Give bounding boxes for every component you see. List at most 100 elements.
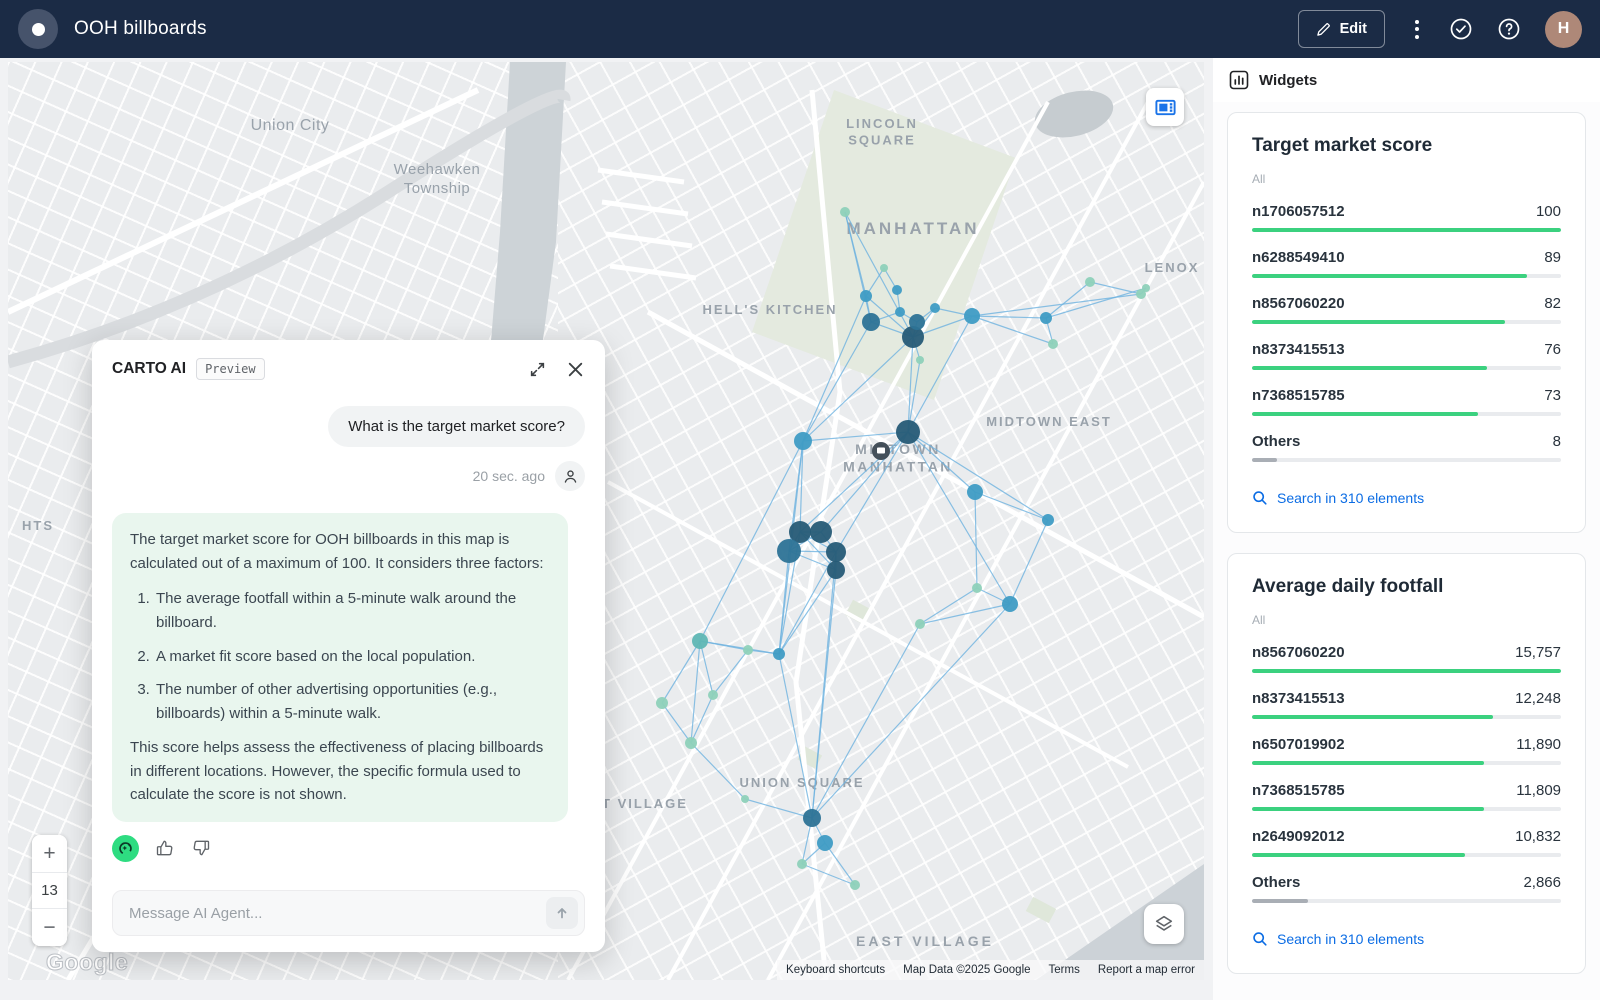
- billboard-node[interactable]: [909, 314, 925, 330]
- widget-title: Target market score: [1252, 135, 1561, 157]
- widget-row[interactable]: n856706022015,757: [1252, 644, 1561, 673]
- east-village-park: [1026, 897, 1056, 923]
- thumbs-down-icon[interactable]: [191, 838, 211, 858]
- billboard-node[interactable]: [902, 326, 924, 348]
- billboard-node[interactable]: [892, 285, 902, 295]
- terms-link[interactable]: Terms: [1040, 960, 1089, 980]
- billboard-node[interactable]: [964, 308, 980, 324]
- billboard-node[interactable]: [1085, 277, 1095, 287]
- widget-search-link[interactable]: Search in 310 elements: [1252, 490, 1561, 506]
- expand-icon[interactable]: [529, 361, 546, 378]
- billboard-node[interactable]: [1002, 596, 1018, 612]
- billboard-node[interactable]: [810, 521, 832, 543]
- billboard-node[interactable]: [880, 264, 888, 272]
- widget-row[interactable]: n650701990211,890: [1252, 736, 1561, 765]
- billboard-node[interactable]: [741, 795, 749, 803]
- map-data-credit: Map Data ©2025 Google: [894, 960, 1039, 980]
- row-label: n8373415513: [1252, 690, 1345, 707]
- zoom-in-button[interactable]: +: [32, 835, 67, 872]
- billboard-node[interactable]: [896, 420, 920, 444]
- edit-button[interactable]: Edit: [1298, 10, 1385, 48]
- chat-message-input[interactable]: [112, 890, 585, 936]
- navbar-actions: Edit H: [1298, 10, 1582, 48]
- carto-logo[interactable]: [18, 9, 58, 49]
- widget-row[interactable]: Others8: [1252, 433, 1561, 462]
- widget-row[interactable]: n736851578511,809: [1252, 782, 1561, 811]
- widget-row[interactable]: n837341551312,248: [1252, 690, 1561, 719]
- billboard-node[interactable]: [850, 880, 860, 890]
- billboard-node[interactable]: [860, 290, 872, 302]
- row-bar-fill: [1252, 320, 1505, 324]
- billboard-node[interactable]: [777, 539, 801, 563]
- map-canvas[interactable]: Union CityWeehawkenTownshipLINCOLNSQUARE…: [8, 62, 1204, 980]
- billboard-node[interactable]: [895, 307, 905, 317]
- widget-search-label: Search in 310 elements: [1277, 931, 1424, 947]
- row-value: 11,890: [1516, 736, 1561, 753]
- layers-button[interactable]: [1144, 904, 1184, 944]
- user-avatar[interactable]: H: [1545, 11, 1582, 48]
- billboard-node[interactable]: [862, 313, 880, 331]
- thumbs-up-icon[interactable]: [155, 838, 175, 858]
- billboard-node[interactable]: [743, 645, 753, 655]
- highway-495: [8, 96, 564, 362]
- widget-row[interactable]: n837341551376: [1252, 341, 1561, 370]
- widget-card: Average daily footfallAlln856706022015,7…: [1227, 553, 1586, 974]
- toggle-panel-button[interactable]: [1146, 88, 1184, 126]
- answer-list: The average footfall within a 5-minute w…: [130, 587, 550, 725]
- billboard-node[interactable]: [930, 303, 940, 313]
- widget-row[interactable]: Others 2,866: [1252, 874, 1561, 903]
- report-map-error-link[interactable]: Report a map error: [1089, 960, 1204, 980]
- row-bar-fill: [1252, 853, 1465, 857]
- row-bar-track: [1252, 320, 1561, 324]
- billboard-node[interactable]: [1040, 312, 1052, 324]
- send-message-button[interactable]: [546, 897, 578, 929]
- billboard-node[interactable]: [840, 207, 850, 217]
- more-options-kebab-icon[interactable]: [1409, 16, 1425, 43]
- billboard-node[interactable]: [1142, 284, 1150, 292]
- help-icon[interactable]: [1497, 17, 1521, 41]
- row-value: 2,866: [1523, 874, 1561, 891]
- billboard-node[interactable]: [656, 697, 668, 709]
- billboard-node[interactable]: [803, 809, 821, 827]
- check-circle-icon[interactable]: [1449, 17, 1473, 41]
- billboard-node[interactable]: [692, 633, 708, 649]
- carto-ai-chat-panel: CARTO AI Preview What is the target mark…: [92, 340, 605, 952]
- zoom-out-button[interactable]: −: [32, 909, 67, 946]
- billboard-node[interactable]: [817, 835, 833, 851]
- billboard-node[interactable]: [773, 648, 785, 660]
- widget-row[interactable]: n628854941089: [1252, 249, 1561, 278]
- billboard-node[interactable]: [797, 859, 807, 869]
- close-icon[interactable]: [566, 360, 585, 379]
- row-label: Others: [1252, 874, 1300, 891]
- widget-row[interactable]: n264909201210,832: [1252, 828, 1561, 857]
- map-label: MANHATTAN: [846, 219, 979, 238]
- row-bar-fill: [1252, 228, 1561, 232]
- billboard-node[interactable]: [708, 690, 718, 700]
- network-edge: [662, 703, 691, 743]
- widget-search-link[interactable]: Search in 310 elements: [1252, 931, 1561, 947]
- keyboard-shortcuts-link[interactable]: Keyboard shortcuts: [777, 960, 894, 980]
- user-question-bubble: What is the target market score?: [328, 406, 585, 447]
- question-timestamp: 20 sec. ago: [473, 468, 545, 484]
- row-label: n8567060220: [1252, 644, 1345, 661]
- billboard-node[interactable]: [826, 542, 846, 562]
- app-window: OOH billboards Edit H: [0, 0, 1600, 1000]
- logo-dot-icon: [32, 23, 45, 36]
- billboard-node[interactable]: [827, 561, 845, 579]
- network-edge: [920, 588, 977, 624]
- billboard-node[interactable]: [967, 484, 983, 500]
- billboard-node[interactable]: [915, 619, 925, 629]
- widget-row[interactable]: n856706022082: [1252, 295, 1561, 324]
- billboard-node[interactable]: [794, 432, 812, 450]
- row-bar-track: [1252, 366, 1561, 370]
- widgets-icon: [1229, 70, 1249, 90]
- zoom-control: + 13 −: [32, 835, 67, 946]
- billboard-node[interactable]: [685, 737, 697, 749]
- billboard-node[interactable]: [1048, 339, 1058, 349]
- billboard-node[interactable]: [1042, 514, 1054, 526]
- widget-row[interactable]: n1706057512100: [1252, 203, 1561, 232]
- billboard-node[interactable]: [972, 583, 982, 593]
- row-bar-fill: [1252, 899, 1308, 903]
- billboard-node[interactable]: [916, 356, 924, 364]
- widget-row[interactable]: n736851578573: [1252, 387, 1561, 416]
